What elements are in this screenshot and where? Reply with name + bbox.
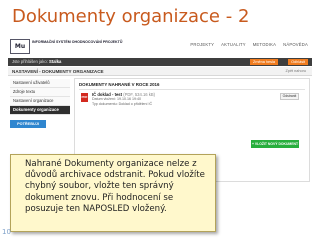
sidebar-item-text-sources[interactable]: Zdroje textu bbox=[10, 88, 70, 97]
login-prefix: Jste přihlášen jako: bbox=[12, 59, 48, 64]
page-number: 10 bbox=[2, 228, 11, 236]
document-entry: IČ doklad - test (PDF, 534.16 kB) Datum … bbox=[92, 92, 155, 106]
back-to-top-link[interactable]: Zpět nahoru bbox=[286, 69, 306, 73]
login-info: Jste přihlášen jako: Stalka bbox=[12, 59, 61, 64]
nav-napoveda[interactable]: NÁPOVĚDA bbox=[283, 42, 308, 47]
nav-metodika[interactable]: METODIKA bbox=[253, 42, 276, 47]
section-title: NASTAVENÍ - DOKUMENTY ORGANIZACE bbox=[12, 69, 104, 74]
remove-document-button[interactable]: Odstranit bbox=[280, 93, 299, 100]
divider bbox=[79, 89, 305, 90]
add-document-button[interactable]: + VLOŽIT NOVÝ DOKUMENT bbox=[251, 140, 299, 148]
logo-icon[interactable]: Mu bbox=[10, 39, 30, 54]
main-nav: PROJEKTY AKTUALITY METODIKA NÁPOVĚDA bbox=[190, 42, 308, 47]
nav-projekty[interactable]: PROJEKTY bbox=[190, 42, 214, 47]
logout-button[interactable]: Odhlásit bbox=[288, 59, 308, 65]
change-password-button[interactable]: Změna hesla bbox=[250, 59, 278, 65]
user-bar: Jste přihlášen jako: Stalka Změna hesla … bbox=[8, 58, 312, 66]
login-user: Stalka bbox=[49, 59, 62, 64]
top-header: Mu INFORMAČNÍ SYSTÉM OHODNOCOVÁNÍ PROJEK… bbox=[8, 36, 312, 58]
sidebar-item-users[interactable]: Nastavení uživatelů bbox=[10, 79, 70, 88]
pdf-file-icon[interactable]: PDF bbox=[81, 93, 88, 102]
sidebar: Nastavení uživatelů Zdroje textu Nastave… bbox=[10, 79, 70, 134]
document-type: Typ dokumentu: Doklad o přidělení IČ bbox=[92, 101, 153, 106]
slide-title: Dokumenty organizace - 2 bbox=[12, 6, 250, 27]
logo-text: INFORMAČNÍ SYSTÉM OHODNOCOVÁNÍ PROJEKTŮ bbox=[32, 40, 123, 44]
nav-aktuality[interactable]: AKTUALITY bbox=[221, 42, 246, 47]
sidebar-item-organization[interactable]: Nastavení organizace bbox=[10, 97, 70, 106]
help-button[interactable]: POTŘEBUJI POMOC! bbox=[10, 120, 46, 134]
section-bar: NASTAVENÍ - DOKUMENTY ORGANIZACE Zpět na… bbox=[8, 67, 312, 76]
sidebar-item-documents[interactable]: Dokumenty organizace bbox=[10, 106, 70, 115]
callout-note: Nahrané Dokumenty organizace nelze z dův… bbox=[10, 154, 216, 232]
documents-heading: DOKUMENTY NAHRANÉ V ROCE 2016 bbox=[79, 82, 160, 87]
